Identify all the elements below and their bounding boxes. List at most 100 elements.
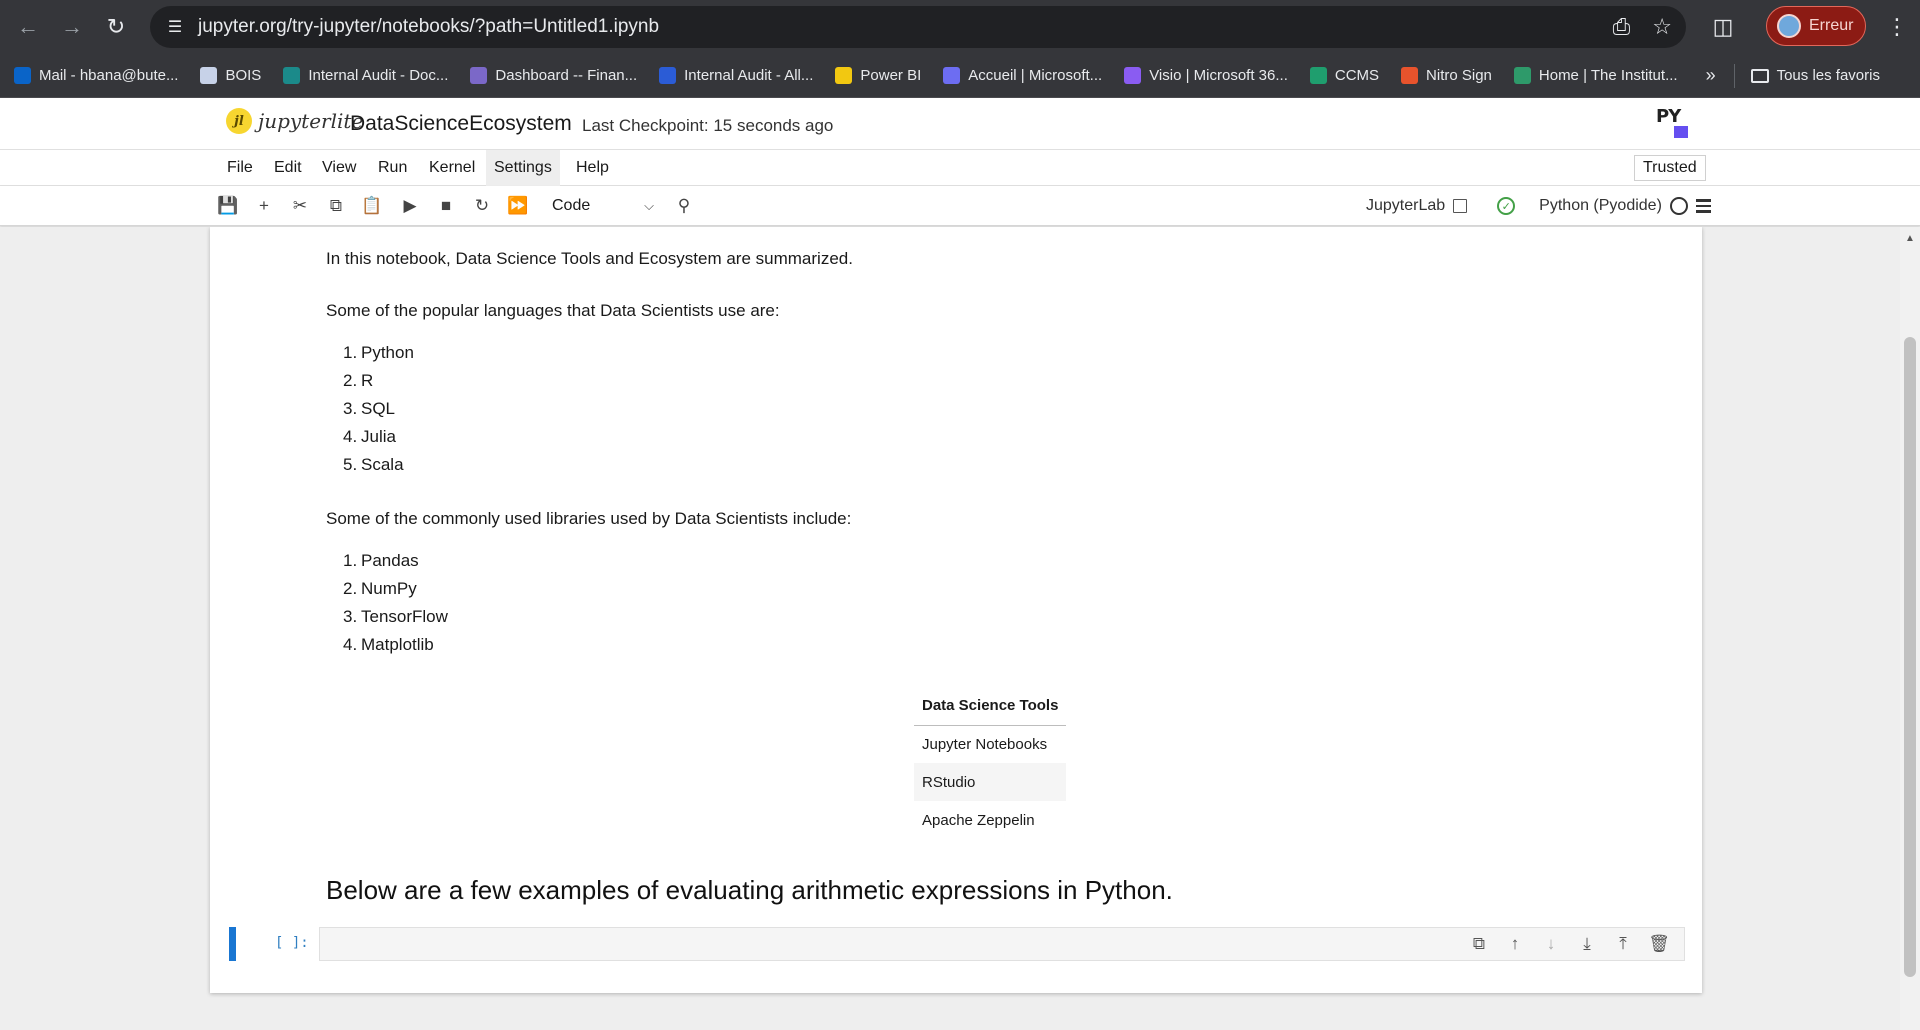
avatar: [1777, 14, 1801, 38]
jupyterlite-logo[interactable]: jl jupyterlite: [226, 108, 363, 134]
forward-icon[interactable]: →: [50, 5, 94, 49]
table-cell: Jupyter Notebooks: [922, 735, 1048, 753]
bookmark-item[interactable]: Dashboard -- Finan...: [470, 67, 637, 84]
scroll-up-icon[interactable]: ▲: [1905, 233, 1915, 244]
notebook-toolbar: 💾 + ✂ ⧉ 📋 ▶ ■ ↻ ⏩ Code ⌵ ⚲ JupyterLab ✓ …: [0, 186, 1920, 226]
bookmark-label: Dashboard -- Finan...: [495, 67, 638, 84]
tools-table: Data Science Tools Jupyter Notebooks RSt…: [914, 687, 1067, 839]
bookmark-item[interactable]: BOIS: [200, 67, 261, 84]
restart-icon[interactable]: ↻: [470, 194, 494, 218]
intro-text: In this notebook, Data Science Tools and…: [326, 249, 853, 268]
notebook-title[interactable]: DataScienceEcosystem: [350, 112, 572, 136]
extensions-icon[interactable]: ◫: [1706, 10, 1740, 44]
folder-icon: [1750, 68, 1769, 83]
menu-view[interactable]: View: [314, 150, 364, 186]
move-down-icon[interactable]: ↓: [1540, 933, 1562, 955]
bookmark-favicon-icon: [200, 67, 218, 84]
menu-bar: File Edit View Run Kernel Settings Help …: [0, 150, 1920, 186]
save-icon[interactable]: 💾: [216, 194, 240, 218]
menu-run[interactable]: Run: [370, 150, 415, 186]
bookmark-item[interactable]: Home | The Institut...: [1513, 67, 1678, 84]
jupyter-logo-icon: jl: [226, 108, 252, 134]
location-pin-icon[interactable]: ⚲: [672, 194, 696, 218]
more-bookmarks-icon[interactable]: »: [1706, 65, 1716, 86]
menu-kernel[interactable]: Kernel: [421, 150, 483, 186]
arithmetic-heading: Below are a few examples of evaluating a…: [326, 875, 1173, 905]
bookmark-label: BOIS: [225, 67, 262, 84]
languages-list: 1. Python 2. R 3. SQL 4. Julia 5. Scala: [343, 339, 414, 479]
url-text[interactable]: jupyter.org/try-jupyter/notebooks/?path=…: [198, 16, 659, 38]
jupyterlab-link[interactable]: JupyterLab: [1366, 197, 1445, 215]
libraries-heading: Some of the commonly used libraries used…: [326, 509, 852, 528]
bookmark-item[interactable]: Visio | Microsoft 36...: [1124, 67, 1288, 84]
jupyter-header: jl jupyterlite DataScienceEcosystem Last…: [0, 98, 1920, 150]
all-bookmarks-folder[interactable]: Tous les favoris: [1750, 67, 1880, 84]
notebook-document: In this notebook, Data Science Tools and…: [210, 227, 1702, 993]
trusted-indicator[interactable]: Trusted: [1634, 155, 1706, 181]
bookmark-item[interactable]: Internal Audit - Doc...: [283, 67, 448, 84]
logo-text: jupyterlite: [258, 109, 364, 133]
bookmark-label: Nitro Sign: [1426, 67, 1492, 84]
duplicate-cell-icon[interactable]: ⧉: [1468, 933, 1490, 955]
bookmark-item[interactable]: Nitro Sign: [1401, 67, 1492, 84]
menu-file[interactable]: File: [219, 150, 261, 186]
code-cell[interactable]: [ ]: ⧉ ↑ ↓ ⤓ ⤒ 🗑: [229, 927, 1685, 963]
bookmark-item[interactable]: Power BI: [835, 67, 921, 84]
kernel-name[interactable]: Python (Pyodide): [1539, 197, 1662, 215]
bookmark-label: CCMS: [1334, 67, 1380, 84]
reload-icon[interactable]: ↻: [94, 5, 138, 49]
site-settings-icon[interactable]: ☰: [164, 16, 186, 38]
table-cell: RStudio: [914, 763, 1067, 801]
property-inspector-icon[interactable]: [1695, 199, 1711, 213]
browser-menu-icon[interactable]: ⋮: [1882, 10, 1912, 44]
kernel-ready-icon: ✓: [1497, 197, 1516, 215]
cell-type-select[interactable]: Code ⌵: [546, 192, 660, 220]
bookmark-item[interactable]: Accueil | Microsoft...: [943, 67, 1102, 84]
list-item: 4. Julia: [343, 427, 396, 446]
table-header: Data Science Tools: [914, 687, 1067, 726]
cut-icon[interactable]: ✂: [288, 194, 312, 218]
delete-cell-icon[interactable]: 🗑: [1648, 933, 1670, 955]
paste-icon[interactable]: 📋: [360, 194, 384, 218]
table-row: RStudio: [914, 763, 1067, 801]
scroll-thumb[interactable]: [1904, 337, 1916, 977]
bookmark-favicon-icon: [470, 67, 488, 84]
install-app-icon[interactable]: ⎙: [1613, 14, 1631, 40]
stop-icon[interactable]: ■: [434, 194, 458, 218]
insert-below-icon[interactable]: ⤒: [1612, 933, 1634, 955]
menu-help[interactable]: Help: [568, 150, 617, 186]
bookmark-favicon-icon: [1513, 67, 1531, 84]
insert-above-icon[interactable]: ⤓: [1576, 933, 1598, 955]
bookmark-label: Home | The Institut...: [1538, 67, 1678, 84]
external-link-icon[interactable]: [1453, 199, 1468, 213]
bookmark-item[interactable]: CCMS: [1309, 67, 1380, 84]
bookmarks-bar: Mail - hbana@bute... BOIS Internal Audit -…: [0, 54, 1920, 98]
bookmark-favicon-icon: [283, 67, 301, 84]
list-item: 3. SQL: [343, 399, 396, 418]
menu-settings[interactable]: Settings: [486, 150, 560, 186]
list-item: 4. Matplotlib: [343, 635, 434, 654]
address-bar[interactable]: ☰ jupyter.org/try-jupyter/notebooks/?pat…: [150, 6, 1686, 48]
back-icon[interactable]: ←: [6, 5, 50, 49]
bookmark-label: Internal Audit - Doc...: [308, 67, 449, 84]
bookmark-star-icon[interactable]: ☆: [1652, 14, 1672, 40]
move-up-icon[interactable]: ↑: [1504, 933, 1526, 955]
bookmark-favicon-icon: [835, 67, 853, 84]
profile-button[interactable]: Erreur: [1766, 6, 1866, 46]
menu-edit[interactable]: Edit: [266, 150, 310, 186]
vertical-scrollbar[interactable]: ▲: [1900, 227, 1920, 1030]
bookmark-item[interactable]: Mail - hbana@bute...: [14, 67, 178, 84]
bookmark-item[interactable]: Internal Audit - All...: [659, 67, 813, 84]
notebook-panel: In this notebook, Data Science Tools and…: [0, 227, 1920, 1030]
fast-forward-icon[interactable]: ⏩: [506, 194, 530, 218]
run-icon[interactable]: ▶: [398, 194, 422, 218]
list-item: 1. Pandas: [343, 551, 419, 570]
add-cell-icon[interactable]: +: [252, 194, 276, 218]
cell-toolbar: ⧉ ↑ ↓ ⤓ ⤒ 🗑: [1468, 933, 1670, 955]
libraries-list: 1. Pandas 2. NumPy 3. TensorFlow 4. Matplotl…: [343, 547, 448, 659]
code-input[interactable]: ⧉ ↑ ↓ ⤓ ⤒ 🗑: [319, 927, 1685, 961]
bookmark-favicon-icon: [943, 67, 961, 84]
kernel-status-icon: [1669, 197, 1688, 215]
copy-icon[interactable]: ⧉: [324, 194, 348, 218]
list-item: 2. R: [343, 371, 374, 390]
